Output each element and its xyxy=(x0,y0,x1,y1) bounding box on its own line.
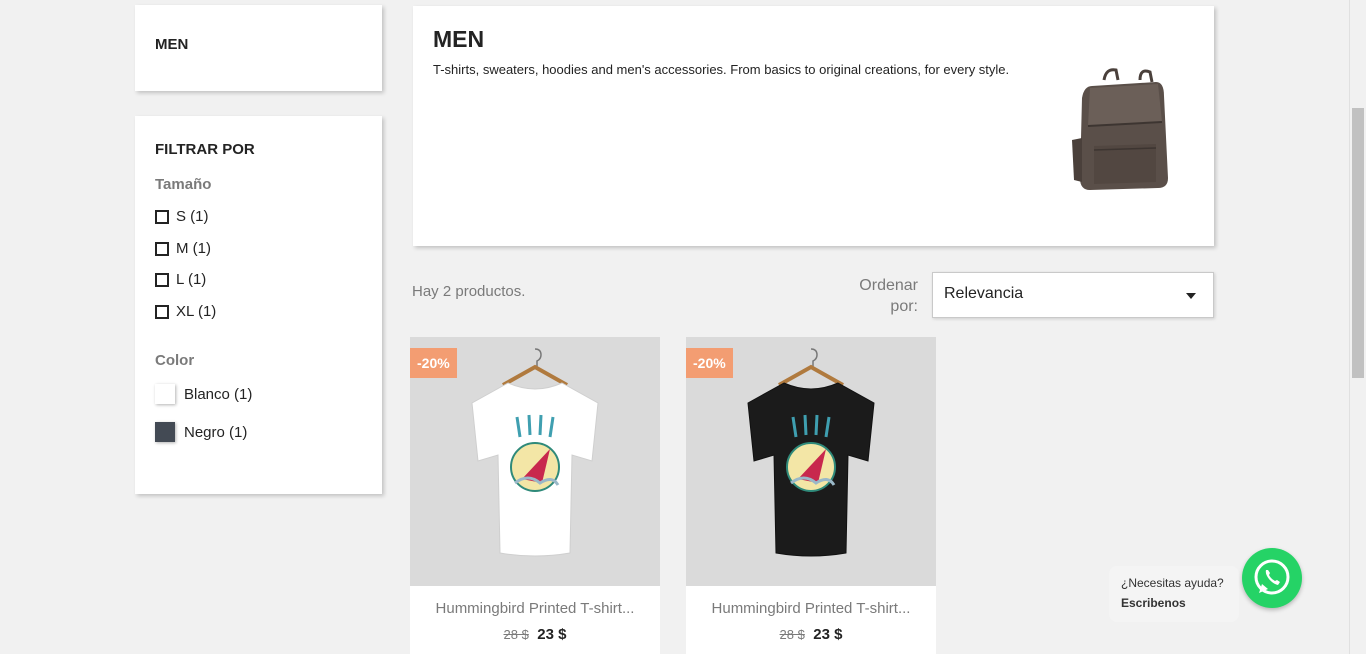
help-cta[interactable]: Escribenos xyxy=(1121,596,1186,610)
product-name[interactable]: Hummingbird Printed T-shirt... xyxy=(410,600,660,617)
product-card[interactable]: -20% Hummingbird Printed T-shirt... 28 $… xyxy=(686,337,936,654)
sort-value: Relevancia xyxy=(944,285,1024,302)
product-count: Hay 2 productos. xyxy=(412,283,526,300)
size-facet-title: Tamaño xyxy=(155,176,212,193)
size-filter-m[interactable]: M (1) xyxy=(155,240,211,257)
product-price: 28 $ 23 $ xyxy=(686,626,936,644)
whatsapp-icon xyxy=(1254,559,1290,595)
category-description: T-shirts, sweaters, hoodies and men's ac… xyxy=(433,62,1010,77)
regular-price: 28 $ xyxy=(503,627,529,642)
product-price: 28 $ 23 $ xyxy=(410,626,660,644)
page-scrollbar[interactable] xyxy=(1349,0,1366,654)
discount-badge: -20% xyxy=(686,348,733,378)
checkbox-icon[interactable] xyxy=(155,209,169,224)
category-tree-block: MEN xyxy=(135,5,382,91)
size-filter-l[interactable]: L (1) xyxy=(155,271,206,288)
regular-price: 28 $ xyxy=(779,627,805,642)
color-filter-label: Negro (1) xyxy=(184,423,248,441)
color-facet-title: Color xyxy=(155,352,195,369)
help-bubble[interactable]: ¿Necesitas ayuda? Escribenos xyxy=(1109,566,1239,622)
checkbox-icon[interactable] xyxy=(155,241,169,256)
scrollbar-thumb[interactable] xyxy=(1352,108,1364,378)
size-filter-label: L (1) xyxy=(176,271,207,288)
sale-price: 23 $ xyxy=(537,626,567,643)
size-filter-xl[interactable]: XL (1) xyxy=(155,303,216,320)
caret-down-icon xyxy=(1186,293,1196,299)
filters-title: FILTRAR POR xyxy=(155,141,255,158)
color-filter-label: Blanco (1) xyxy=(184,385,253,403)
color-swatch-black[interactable] xyxy=(155,422,175,442)
category-link-men[interactable]: MEN xyxy=(155,36,188,53)
color-filter-blanco[interactable]: Blanco (1) xyxy=(155,384,252,404)
filters-panel: FILTRAR POR Tamaño S (1) M (1) L (1) XL … xyxy=(135,116,382,494)
sort-dropdown[interactable]: Relevancia xyxy=(932,272,1214,318)
whatsapp-button[interactable] xyxy=(1242,548,1302,608)
sort-label: Ordenar por: xyxy=(859,277,918,315)
size-filter-label: S (1) xyxy=(176,208,209,225)
product-card[interactable]: -20% Hummingbird Printed T-shirt... 28 $… xyxy=(410,337,660,654)
checkbox-icon[interactable] xyxy=(155,304,169,319)
category-title: MEN xyxy=(433,26,485,52)
checkbox-icon[interactable] xyxy=(155,272,169,287)
category-header: MEN T-shirts, sweaters, hoodies and men'… xyxy=(413,6,1214,246)
help-question: ¿Necesitas ayuda? xyxy=(1121,576,1224,590)
size-filter-label: M (1) xyxy=(176,240,211,257)
product-name[interactable]: Hummingbird Printed T-shirt... xyxy=(686,600,936,617)
color-filter-negro[interactable]: Negro (1) xyxy=(155,422,247,442)
discount-badge: -20% xyxy=(410,348,457,378)
size-filter-s[interactable]: S (1) xyxy=(155,208,209,225)
size-filter-label: XL (1) xyxy=(176,303,217,320)
backpack-image xyxy=(1072,68,1168,190)
color-swatch-white[interactable] xyxy=(155,384,175,404)
sale-price: 23 $ xyxy=(813,626,843,643)
